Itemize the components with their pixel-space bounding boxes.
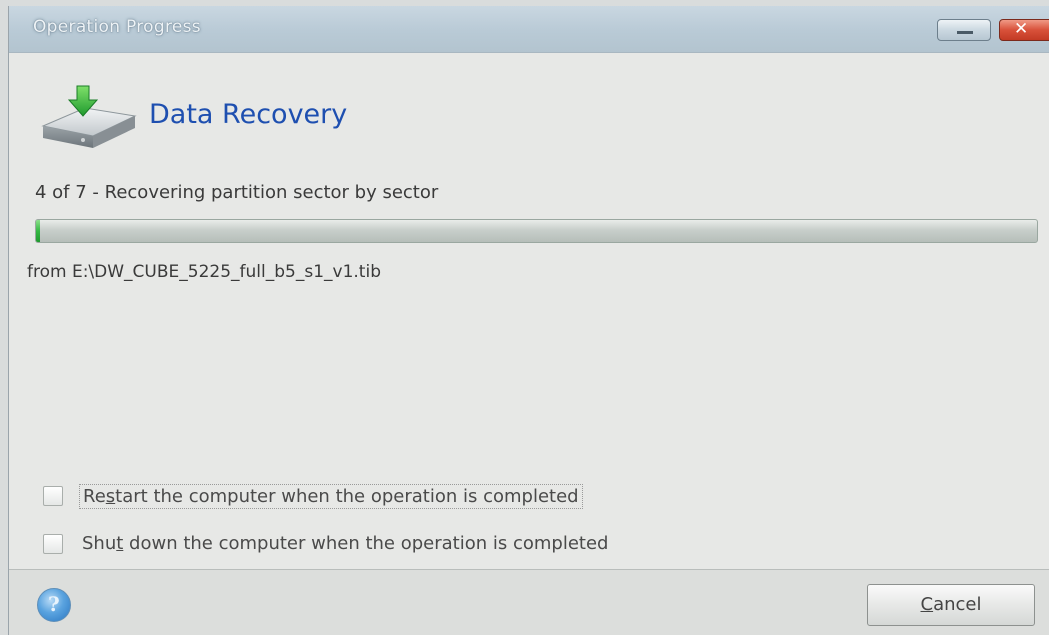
drive-download-icon [41, 85, 137, 148]
window-title: Operation Progress [33, 17, 201, 37]
progress-bar [35, 219, 1038, 243]
restart-label-post: tart the computer when the operation is … [115, 486, 579, 507]
title-bar[interactable]: Operation Progress ✕ [9, 6, 1049, 53]
progress-fill [36, 220, 40, 242]
minimize-button[interactable] [937, 19, 991, 41]
shutdown-label[interactable]: Shut down the computer when the operatio… [79, 532, 611, 555]
step-status-text: 4 of 7 - Recovering partition sector by … [35, 182, 439, 203]
minimize-icon [957, 31, 973, 34]
close-icon: ✕ [1014, 19, 1029, 39]
shutdown-label-pre: Shu [82, 533, 117, 554]
shutdown-checkbox[interactable] [43, 534, 63, 554]
operation-title: Data Recovery [149, 99, 348, 130]
restart-label-pre: Re [83, 486, 106, 507]
cancel-button[interactable]: Cancel [867, 584, 1035, 626]
restart-label[interactable]: Restart the computer when the operation … [79, 484, 583, 509]
shutdown-label-post: down the computer when the operation is … [123, 533, 609, 554]
close-button[interactable]: ✕ [999, 19, 1049, 41]
restart-label-accesskey: s [105, 486, 116, 507]
source-file-text: from E:\DW_CUBE_5225_full_b5_s1_v1.tib [27, 262, 381, 282]
operation-progress-window: Operation Progress ✕ Data Recovery 4 of … [8, 6, 1049, 635]
cancel-label-rest: ancel [933, 594, 982, 615]
dialog-footer: ? Cancel [9, 570, 1049, 635]
help-icon[interactable]: ? [37, 588, 71, 622]
cancel-accesskey: C [920, 594, 934, 615]
restart-checkbox[interactable] [43, 486, 63, 506]
